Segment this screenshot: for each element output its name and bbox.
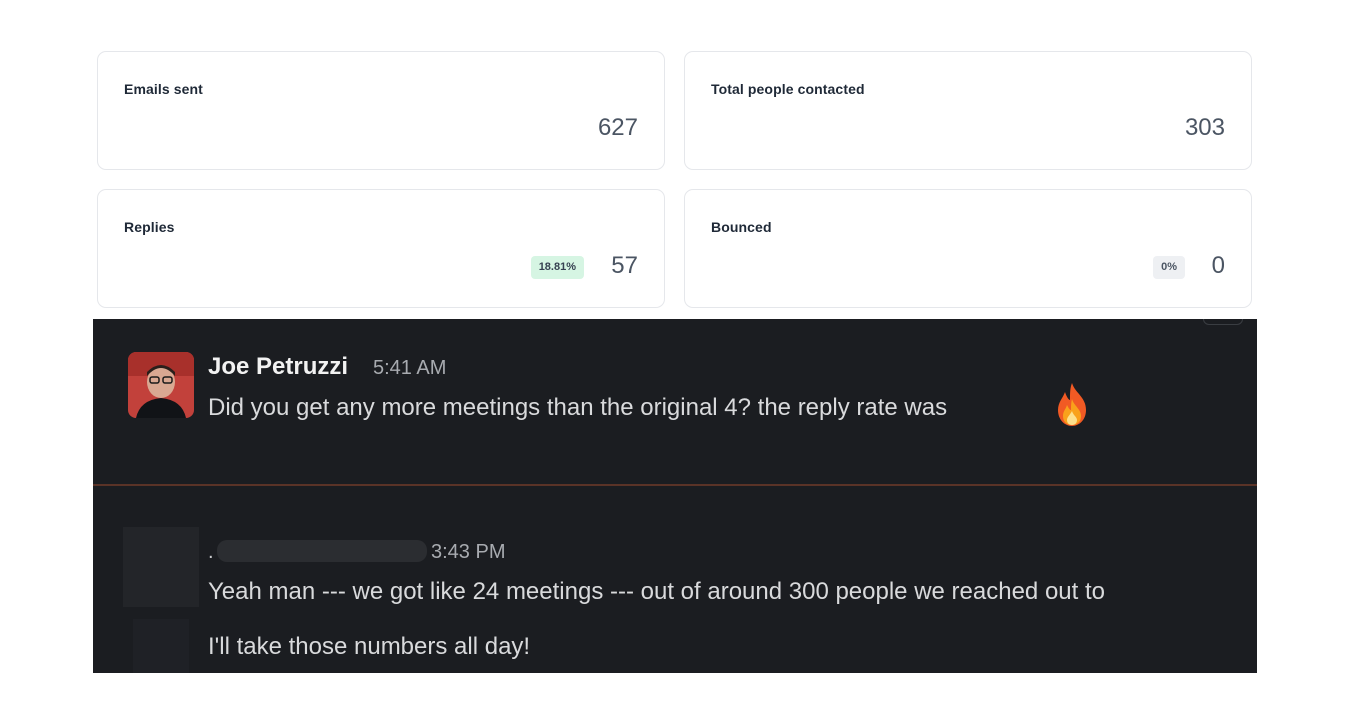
message-timestamp[interactable]: 3:43 PM	[431, 541, 505, 564]
chat-panel: Joe Petruzzi 5:41 AM Did you get any mor…	[93, 319, 1257, 673]
card-label: Total people contacted	[711, 81, 865, 97]
avatar[interactable]	[128, 352, 194, 418]
card-value: 0	[1211, 252, 1225, 279]
new-messages-divider	[93, 484, 1257, 486]
message-toolbar-stub	[1203, 319, 1243, 325]
replies-card: Replies 18.81% 57	[97, 189, 665, 308]
avatar[interactable]	[123, 527, 199, 607]
card-label: Replies	[124, 219, 175, 235]
card-value: 303	[1184, 114, 1225, 141]
total-people-contacted-card: Total people contacted 303	[684, 51, 1252, 170]
redacted-name	[217, 540, 427, 562]
message-author[interactable]: .	[208, 541, 214, 564]
card-value: 627	[597, 114, 638, 141]
message-author[interactable]: Joe Petruzzi	[208, 353, 348, 381]
page: Emails sent 627 Total people contacted 3…	[0, 0, 1350, 709]
message-text: Yeah man --- we got like 24 meetings ---…	[208, 578, 1105, 605]
message-text: I'll take those numbers all day!	[208, 633, 531, 660]
bounced-card: Bounced 0% 0	[684, 189, 1252, 308]
fire-icon	[1055, 381, 1089, 432]
emails-sent-card: Emails sent 627	[97, 51, 665, 170]
card-value: 57	[611, 252, 638, 279]
card-label: Bounced	[711, 219, 772, 235]
message-timestamp[interactable]: 5:41 AM	[373, 357, 446, 380]
card-label: Emails sent	[124, 81, 203, 97]
reply-rate-badge: 18.81%	[530, 256, 584, 279]
bounce-rate-badge: 0%	[1153, 256, 1185, 279]
message-text: Did you get any more meetings than the o…	[208, 394, 948, 421]
avatar-shadow	[133, 619, 189, 673]
